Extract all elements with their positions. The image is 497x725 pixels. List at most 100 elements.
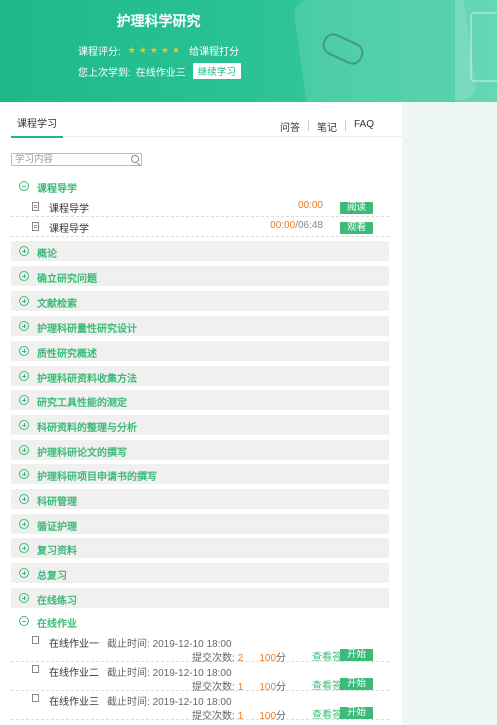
lesson-row[interactable]: 课程导学 00:00 阅读 (11, 197, 389, 217)
course-title: 护理科学研究 (116, 13, 201, 29)
tab-faq[interactable]: FAQ (346, 119, 382, 134)
chapter-intro[interactable]: 课程导学 (11, 176, 389, 196)
lesson-progress: 00:00 (298, 200, 323, 211)
homework-score: 100 (259, 711, 277, 722)
collapse-icon[interactable] (19, 181, 29, 191)
expand-icon[interactable] (19, 445, 29, 455)
start-button[interactable]: 开始 (340, 649, 373, 661)
rating-row: 课程评分: ★★★★★ 给课程打分 (78, 43, 239, 58)
homework-icon (32, 665, 39, 673)
expand-icon[interactable] (19, 296, 29, 306)
chapter-item[interactable]: 护理科研项目申请书的撰写 (11, 464, 389, 484)
side-panel (402, 102, 497, 725)
expand-icon[interactable] (19, 519, 29, 529)
tab-course-study[interactable]: 课程学习 (11, 116, 63, 138)
deadline-label: 截止时间: (107, 668, 150, 679)
chapter-title: 总复习 (37, 571, 67, 582)
chapter-item[interactable]: 科研资料的整理与分析 (11, 415, 389, 435)
keyboard-decoration (470, 12, 497, 82)
collapse-icon[interactable] (19, 616, 29, 626)
chapter-title: 护理科研资料收集方法 (37, 374, 137, 385)
chapter-item[interactable]: 文献检索 (11, 291, 389, 311)
expand-icon[interactable] (19, 420, 29, 430)
chapter-item[interactable]: 在线练习 (11, 588, 389, 608)
rating-stars-icon: ★★★★★ (127, 45, 184, 55)
homework-item: 在线作业三 截止时间: 2019-12-10 18:00 提交次数: 1 100分 查看答… (11, 690, 389, 722)
deadline-label: 截止时间: (107, 639, 150, 650)
continue-learning-button[interactable]: 继续学习 (192, 63, 241, 79)
tab-qa[interactable]: 问答 (272, 119, 308, 134)
tab-underline (63, 136, 402, 137)
submit-count: 1 (237, 711, 244, 722)
chapter-item[interactable]: 概论 (11, 241, 389, 261)
rating-label: 课程评分: (78, 47, 121, 58)
tab-notes[interactable]: 笔记 (309, 119, 345, 134)
progress-item: 在线作业三 (135, 67, 186, 79)
chapter-item[interactable]: 护理科研资料收集方法 (11, 366, 389, 386)
watch-button[interactable]: 观看 (340, 222, 373, 234)
read-button[interactable]: 阅读 (340, 202, 373, 214)
chapter-title: 文献检索 (37, 299, 77, 310)
expand-icon[interactable] (19, 371, 29, 381)
chapter-item[interactable]: 循证护理 (11, 514, 389, 534)
expand-icon[interactable] (19, 246, 29, 256)
rate-course-link[interactable]: 给课程打分 (189, 43, 239, 58)
chapter-title: 护理科研论文的撰写 (37, 448, 127, 459)
progress-label: 您上次学到: (78, 67, 131, 79)
homework-stats: 提交次数: 1 100分 (192, 707, 286, 722)
chapter-title: 护理科研量性研究设计 (37, 324, 137, 335)
homework-deadline: 截止时间: 2019-12-10 18:00 (107, 664, 232, 679)
start-button[interactable]: 开始 (340, 707, 373, 719)
lesson-title: 课程导学 (49, 224, 89, 235)
chapter-title: 确立研究问题 (37, 274, 97, 285)
start-button[interactable]: 开始 (340, 678, 373, 690)
chapter-item[interactable]: 护理科研论文的撰写 (11, 440, 389, 460)
expand-icon[interactable] (19, 568, 29, 578)
expand-icon[interactable] (19, 321, 29, 331)
chapter-title: 课程导学 (37, 184, 77, 195)
document-icon (32, 202, 39, 211)
expand-icon[interactable] (19, 469, 29, 479)
homework-deadline: 截止时间: 2019-12-10 18:00 (107, 693, 232, 708)
chapter-item[interactable]: 研究工具性能的测定 (11, 390, 389, 410)
homework-icon (32, 694, 39, 702)
banner-decoration (292, 0, 478, 102)
chapter-item[interactable]: 总复习 (11, 563, 389, 583)
tab-links: 问答 笔记 FAQ (272, 119, 382, 134)
progress-row: 您上次学到: 在线作业三 继续学习 (78, 63, 241, 79)
course-banner: 护理科学研究 课程评分: ★★★★★ 给课程打分 您上次学到: 在线作业三 继续… (0, 0, 497, 102)
homework-icon (32, 636, 39, 644)
chapter-item[interactable]: 科研管理 (11, 489, 389, 509)
lesson-duration: /06:48 (295, 220, 323, 231)
chapter-title: 科研资料的整理与分析 (37, 423, 137, 434)
chapter-title: 在线作业 (37, 619, 77, 630)
homework-name: 在线作业三 (49, 697, 99, 708)
chapter-homework[interactable]: 在线作业 (11, 611, 389, 631)
chapter-title: 质性研究概述 (37, 349, 97, 360)
lesson-row[interactable]: 课程导学 00:00/06:48 观看 (11, 217, 389, 237)
expand-icon[interactable] (19, 395, 29, 405)
chapter-title: 复习资料 (37, 546, 77, 557)
homework-name: 在线作业一 (49, 639, 99, 650)
lesson-title: 课程导学 (49, 204, 89, 215)
expand-icon[interactable] (19, 271, 29, 281)
expand-icon[interactable] (19, 543, 29, 553)
homework-name: 在线作业二 (49, 668, 99, 679)
expand-icon[interactable] (19, 494, 29, 504)
homework-item: 在线作业二 截止时间: 2019-12-10 18:00 提交次数: 1 100分 查看答… (11, 661, 389, 693)
search-icon[interactable] (131, 155, 139, 163)
chapter-title: 护理科研项目申请书的撰写 (37, 472, 157, 483)
view-answer-link[interactable]: 查看答 (312, 706, 342, 721)
homework-deadline: 截止时间: 2019-12-10 18:00 (107, 635, 232, 650)
chapter-item[interactable]: 护理科研量性研究设计 (11, 316, 389, 336)
expand-icon[interactable] (19, 593, 29, 603)
search-input[interactable] (12, 154, 122, 165)
chapter-item[interactable]: 质性研究概述 (11, 341, 389, 361)
chapter-item[interactable]: 复习资料 (11, 538, 389, 558)
deadline-label: 截止时间: (107, 697, 150, 708)
chapter-title: 在线练习 (37, 596, 77, 607)
expand-icon[interactable] (19, 346, 29, 356)
video-icon (32, 222, 39, 231)
lesson-time: 00:00 (270, 220, 296, 231)
chapter-item[interactable]: 确立研究问题 (11, 266, 389, 286)
